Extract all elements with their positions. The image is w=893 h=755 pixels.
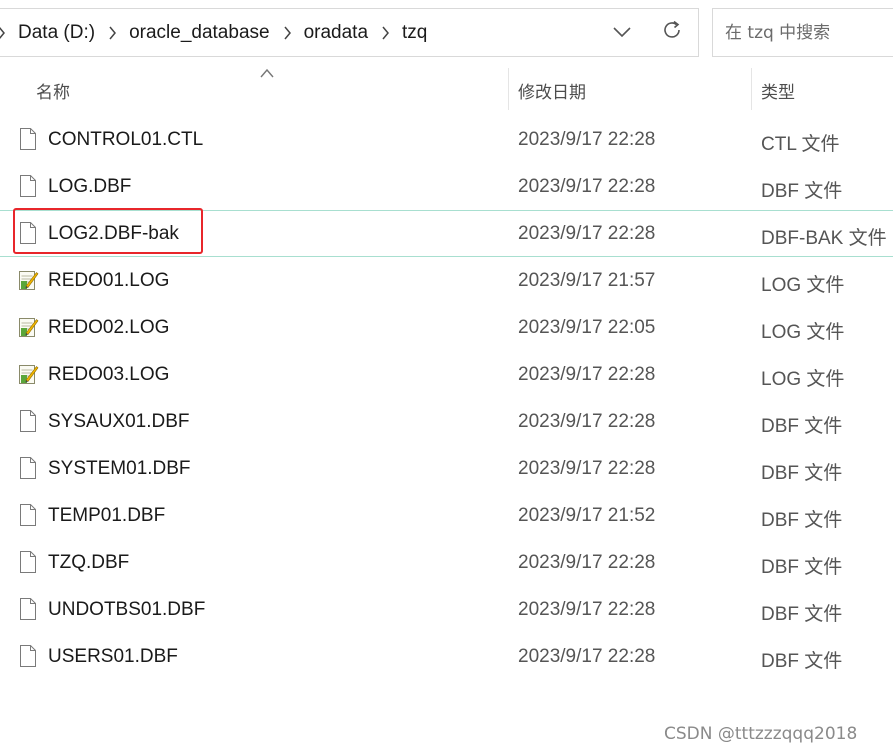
file-type: DBF-BAK 文件 xyxy=(761,228,887,249)
log-file-icon xyxy=(17,268,39,292)
file-row[interactable]: CONTROL01.CTL 2023/9/17 22:28 CTL 文件 xyxy=(0,116,893,163)
file-name[interactable]: TEMP01.DBF xyxy=(48,505,165,527)
file-modified-date: 2023/9/17 22:28 xyxy=(518,411,656,432)
file-row[interactable]: SYSTEM01.DBF 2023/9/17 22:28 DBF 文件 xyxy=(0,445,893,492)
search-box[interactable] xyxy=(712,8,893,57)
chevron-right-icon[interactable] xyxy=(109,26,117,40)
file-type: DBF 文件 xyxy=(761,557,843,578)
file-modified-date: 2023/9/17 22:28 xyxy=(518,364,656,385)
file-name[interactable]: REDO02.LOG xyxy=(48,317,169,339)
file-name[interactable]: SYSAUX01.DBF xyxy=(48,411,190,433)
column-divider[interactable] xyxy=(508,68,509,110)
column-header-type[interactable]: 类型 xyxy=(761,78,795,103)
chevron-down-icon xyxy=(613,24,631,42)
file-row[interactable]: USERS01.DBF 2023/9/17 22:28 DBF 文件 xyxy=(0,633,893,680)
file-type: LOG 文件 xyxy=(761,369,845,390)
file-row[interactable]: REDO03.LOG 2023/9/17 22:28 LOG 文件 xyxy=(0,351,893,398)
file-modified-date: 2023/9/17 22:05 xyxy=(518,317,656,338)
breadcrumb-item-drive[interactable]: Data (D:) xyxy=(18,22,95,44)
file-modified-date: 2023/9/17 22:28 xyxy=(518,176,656,197)
file-modified-date: 2023/9/17 22:28 xyxy=(518,552,656,573)
column-header: 名称 修改日期 类型 xyxy=(0,66,893,114)
file-type: LOG 文件 xyxy=(761,322,845,343)
file-type: CTL 文件 xyxy=(761,134,840,155)
file-name[interactable]: REDO01.LOG xyxy=(48,270,169,292)
file-row[interactable]: TZQ.DBF 2023/9/17 22:28 DBF 文件 xyxy=(0,539,893,586)
file-name[interactable]: TZQ.DBF xyxy=(48,552,129,574)
file-type: DBF 文件 xyxy=(761,510,843,531)
file-name[interactable]: SYSTEM01.DBF xyxy=(48,458,191,480)
file-type: DBF 文件 xyxy=(761,463,843,484)
file-name[interactable]: UNDOTBS01.DBF xyxy=(48,599,205,621)
blank-file-icon xyxy=(17,550,39,574)
file-type: DBF 文件 xyxy=(761,416,843,437)
blank-file-icon xyxy=(17,409,39,433)
sort-ascending-icon xyxy=(259,66,275,78)
watermark: CSDN @tttzzzqqq2018 xyxy=(664,724,858,744)
log-file-icon xyxy=(17,362,39,386)
log-file-icon xyxy=(17,315,39,339)
file-row[interactable]: LOG.DBF 2023/9/17 22:28 DBF 文件 xyxy=(0,163,893,210)
file-row[interactable]: REDO02.LOG 2023/9/17 22:05 LOG 文件 xyxy=(0,304,893,351)
blank-file-icon xyxy=(17,456,39,480)
file-modified-date: 2023/9/17 21:52 xyxy=(518,505,656,526)
file-row[interactable]: REDO01.LOG 2023/9/17 21:57 LOG 文件 xyxy=(0,257,893,304)
address-bar[interactable]: Data (D:) oracle_database oradata tzq xyxy=(0,8,699,57)
file-name[interactable]: LOG.DBF xyxy=(48,176,131,198)
blank-file-icon xyxy=(17,127,39,151)
file-type: LOG 文件 xyxy=(761,275,845,296)
chevron-right-icon[interactable] xyxy=(284,26,292,40)
search-input[interactable] xyxy=(723,9,893,56)
chevron-right-icon[interactable] xyxy=(0,26,6,40)
file-modified-date: 2023/9/17 22:28 xyxy=(518,458,656,479)
blank-file-icon xyxy=(17,597,39,621)
file-name[interactable]: CONTROL01.CTL xyxy=(48,129,203,151)
breadcrumb-item-tzq[interactable]: tzq xyxy=(402,22,427,44)
column-divider[interactable] xyxy=(751,68,752,110)
file-name[interactable]: LOG2.DBF-bak xyxy=(48,223,179,245)
column-header-name[interactable]: 名称 xyxy=(36,78,70,103)
file-type: DBF 文件 xyxy=(761,181,843,202)
breadcrumb-item-oracle-database[interactable]: oracle_database xyxy=(129,22,270,44)
blank-file-icon xyxy=(17,174,39,198)
column-header-date[interactable]: 修改日期 xyxy=(518,78,586,103)
file-row[interactable]: LOG2.DBF-bak 2023/9/17 22:28 DBF-BAK 文件 xyxy=(0,210,893,257)
file-row[interactable]: SYSAUX01.DBF 2023/9/17 22:28 DBF 文件 xyxy=(0,398,893,445)
file-modified-date: 2023/9/17 22:28 xyxy=(518,223,656,244)
file-name[interactable]: USERS01.DBF xyxy=(48,646,178,668)
file-modified-date: 2023/9/17 22:28 xyxy=(518,646,656,667)
blank-file-icon xyxy=(17,644,39,668)
file-modified-date: 2023/9/17 22:28 xyxy=(518,599,656,620)
file-row[interactable]: TEMP01.DBF 2023/9/17 21:52 DBF 文件 xyxy=(0,492,893,539)
blank-file-icon xyxy=(17,503,39,527)
file-row[interactable]: UNDOTBS01.DBF 2023/9/17 22:28 DBF 文件 xyxy=(0,586,893,633)
refresh-button[interactable] xyxy=(650,9,694,56)
file-modified-date: 2023/9/17 21:57 xyxy=(518,270,656,291)
breadcrumb-item-oradata[interactable]: oradata xyxy=(304,22,368,44)
refresh-icon xyxy=(661,19,683,46)
chevron-right-icon[interactable] xyxy=(382,26,390,40)
history-dropdown-button[interactable] xyxy=(600,9,644,56)
file-list: CONTROL01.CTL 2023/9/17 22:28 CTL 文件 LOG.DB… xyxy=(0,116,893,680)
file-type: DBF 文件 xyxy=(761,604,843,625)
file-modified-date: 2023/9/17 22:28 xyxy=(518,129,656,150)
blank-file-icon xyxy=(17,221,39,245)
file-type: DBF 文件 xyxy=(761,651,843,672)
breadcrumb: Data (D:) oracle_database oradata tzq xyxy=(0,9,441,56)
file-name[interactable]: REDO03.LOG xyxy=(48,364,169,386)
